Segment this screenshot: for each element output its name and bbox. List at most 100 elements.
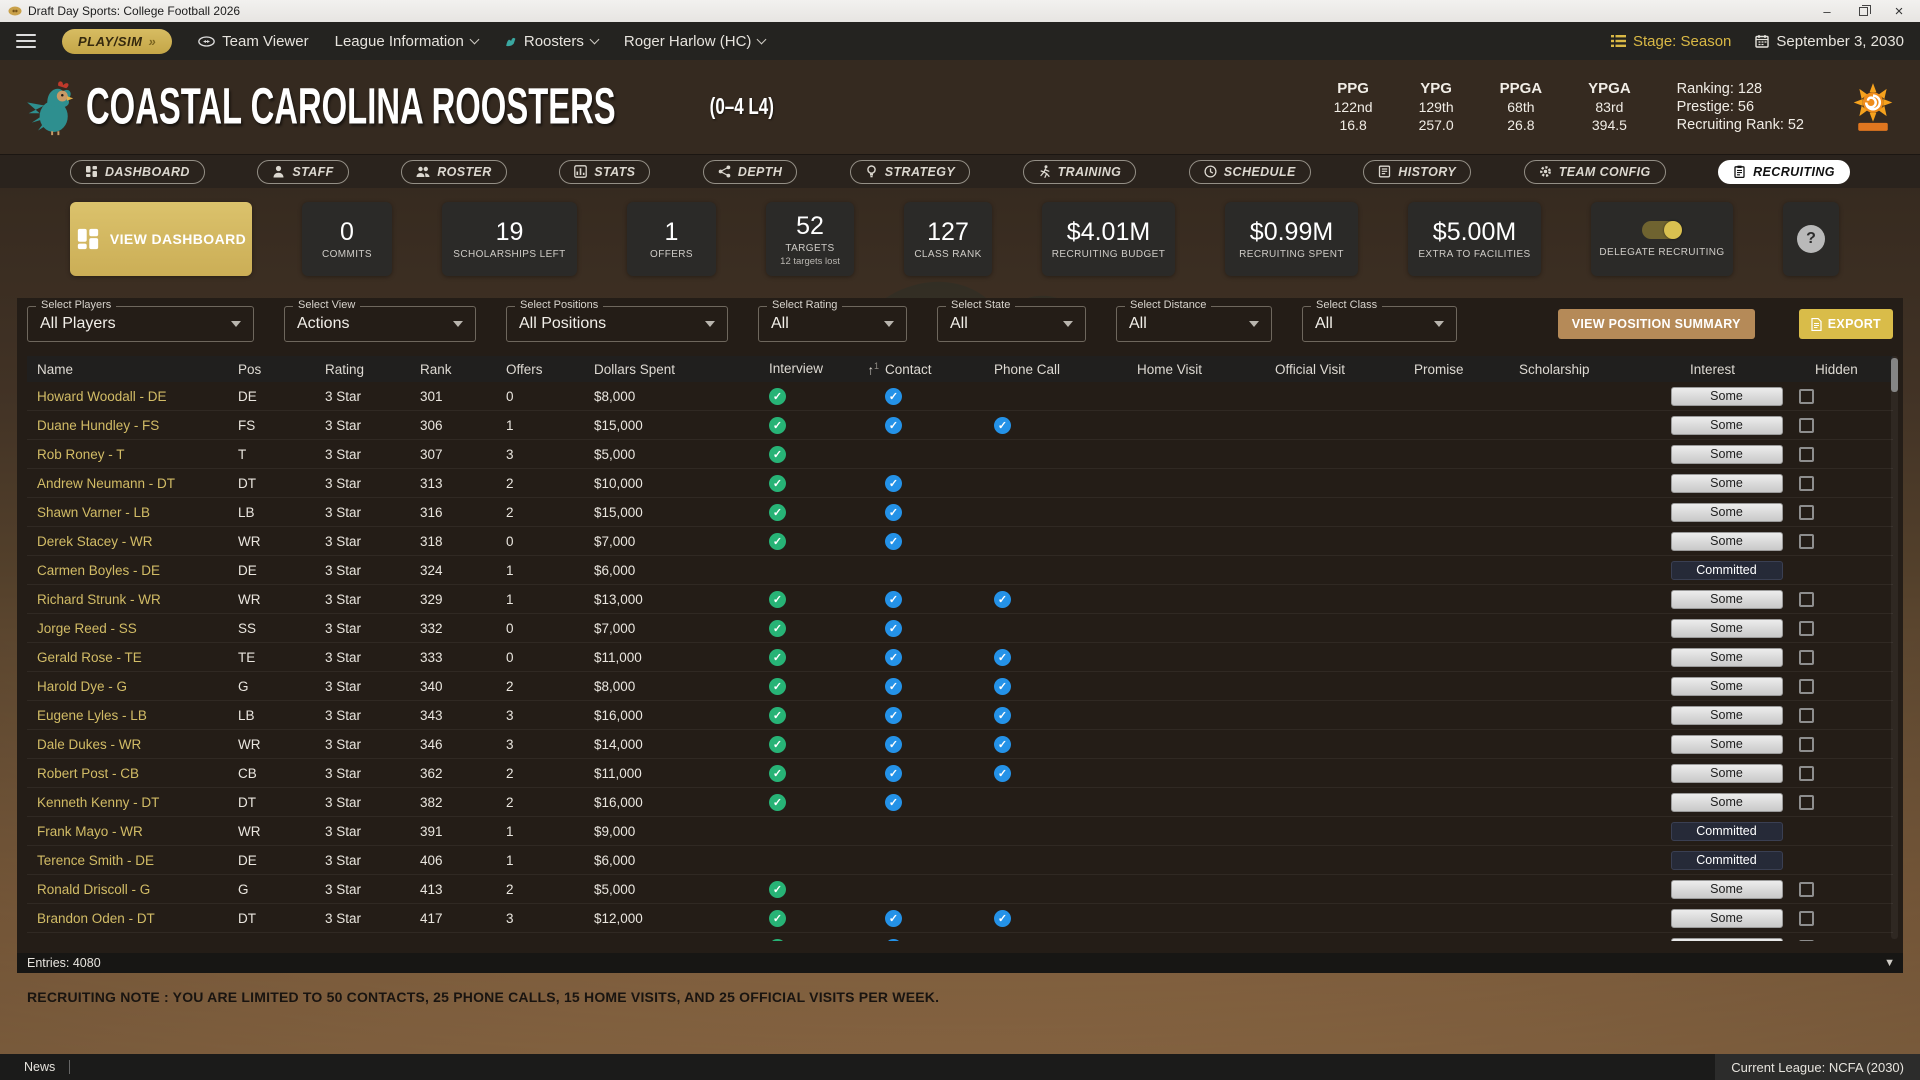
col-pos[interactable]: Pos — [238, 362, 325, 377]
table-row[interactable]: Richard Strunk - WR WR 3 Star 329 1 $13,… — [27, 585, 1893, 614]
tab-depth[interactable]: DEPTH — [703, 160, 797, 184]
interest-badge[interactable]: Some — [1671, 938, 1783, 942]
hidden-checkbox[interactable] — [1799, 679, 1814, 694]
table-row[interactable]: Harold Dye - G G 3 Star 340 2 $8,000 ✓ ✓… — [27, 672, 1893, 701]
tab-roster[interactable]: ROSTER — [401, 160, 507, 184]
recruit-name-link[interactable]: Ronald Driscoll - G — [37, 882, 238, 897]
tab-schedule[interactable]: SCHEDULE — [1189, 160, 1311, 184]
interest-badge[interactable]: Some — [1671, 387, 1783, 406]
col-rank[interactable]: Rank — [420, 362, 506, 377]
select-distance-dropdown[interactable]: Select Distance All — [1116, 306, 1272, 342]
table-row[interactable]: Andrew Neumann - DT DT 3 Star 313 2 $10,… — [27, 469, 1893, 498]
interest-badge[interactable]: Some — [1671, 416, 1783, 435]
recruit-name-link[interactable]: Harold Dye - G — [37, 679, 238, 694]
interest-badge[interactable]: Some — [1671, 503, 1783, 522]
col-hidden[interactable]: Hidden — [1789, 362, 1893, 377]
hidden-checkbox[interactable] — [1799, 505, 1814, 520]
table-row[interactable]: Howard Woodall - DE DE 3 Star 301 0 $8,0… — [27, 382, 1893, 411]
interest-badge[interactable]: Some — [1671, 793, 1783, 812]
select-class-dropdown[interactable]: Select Class All — [1302, 306, 1457, 342]
hidden-checkbox[interactable] — [1799, 418, 1814, 433]
select-view-dropdown[interactable]: Select View Actions — [284, 306, 476, 342]
recruit-name-link[interactable]: Derek Stacey - WR — [37, 534, 238, 549]
col-phone-call[interactable]: Phone Call — [994, 362, 1137, 377]
tab-team-config[interactable]: TEAM CONFIG — [1524, 160, 1666, 184]
nav-coach[interactable]: Roger Harlow (HC) — [624, 33, 766, 50]
recruit-name-link[interactable]: Richard Strunk - WR — [37, 592, 238, 607]
col-promise[interactable]: Promise — [1414, 362, 1519, 377]
menu-icon[interactable] — [16, 34, 36, 48]
col-home-visit[interactable]: Home Visit — [1137, 362, 1275, 377]
interest-badge[interactable]: Some — [1671, 474, 1783, 493]
nav-league-information[interactable]: League Information — [335, 33, 478, 50]
table-row[interactable]: Brandon Oden - DT DT 3 Star 417 3 $12,00… — [27, 904, 1893, 933]
recruit-name-link[interactable]: Kenneth Kenny - DT — [37, 795, 238, 810]
tab-staff[interactable]: STAFF — [257, 160, 348, 184]
recruit-name-link[interactable]: Frank Mayo - WR — [37, 824, 238, 839]
recruit-name-link[interactable]: Eugene Lyles - LB — [37, 708, 238, 723]
table-row[interactable]: Eugene Lyles - LB LB 3 Star 343 3 $16,00… — [27, 701, 1893, 730]
nav-team-viewer[interactable]: Team Viewer — [198, 33, 308, 50]
interest-badge[interactable]: Some — [1671, 909, 1783, 928]
interest-badge[interactable]: Some — [1671, 445, 1783, 464]
scroll-down-arrow-icon[interactable]: ▼ — [1884, 957, 1895, 969]
recruit-name-link[interactable]: Shawn Varner - LB — [37, 505, 238, 520]
col-scholarship[interactable]: Scholarship — [1519, 362, 1664, 377]
col-contact[interactable]: Contact — [885, 362, 994, 377]
interest-badge[interactable]: Some — [1671, 619, 1783, 638]
export-button[interactable]: EXPORT — [1799, 309, 1893, 339]
table-row[interactable]: Frank Mayo - WR WR 3 Star 391 1 $9,000 ✓… — [27, 817, 1893, 846]
tab-dashboard[interactable]: DASHBOARD — [70, 160, 205, 184]
scrollbar-thumb[interactable] — [1891, 358, 1898, 392]
table-row[interactable]: Rob Roney - T T 3 Star 307 3 $5,000 ✓ ✓ … — [27, 440, 1893, 469]
recruit-name-link[interactable]: Jorge Reed - SS — [37, 621, 238, 636]
hidden-checkbox[interactable] — [1799, 795, 1814, 810]
hidden-checkbox[interactable] — [1799, 476, 1814, 491]
delegate-recruiting-toggle[interactable] — [1642, 221, 1682, 239]
hidden-checkbox[interactable] — [1799, 592, 1814, 607]
restore-icon[interactable] — [1856, 4, 1870, 19]
view-dashboard-button[interactable]: VIEW DASHBOARD — [70, 202, 252, 276]
col-official-visit[interactable]: Official Visit — [1275, 362, 1414, 377]
tab-training[interactable]: TRAINING — [1023, 160, 1137, 184]
select-players-dropdown[interactable]: Select Players All Players — [27, 306, 254, 342]
hidden-checkbox[interactable] — [1799, 737, 1814, 752]
table-row[interactable]: Carmen Boyles - DE DE 3 Star 324 1 $6,00… — [27, 556, 1893, 585]
interest-badge[interactable]: Some — [1671, 677, 1783, 696]
table-row[interactable]: Dale Dukes - WR WR 3 Star 346 3 $14,000 … — [27, 730, 1893, 759]
recruit-name-link[interactable]: Gerald Rose - TE — [37, 650, 238, 665]
table-row[interactable]: Duane Hundley - FS FS 3 Star 306 1 $15,0… — [27, 411, 1893, 440]
tab-history[interactable]: HISTORY — [1363, 160, 1471, 184]
table-row[interactable]: Gerald Rose - TE TE 3 Star 333 0 $11,000… — [27, 643, 1893, 672]
hidden-checkbox[interactable] — [1799, 447, 1814, 462]
table-row[interactable]: Terence Smith - DE DE 3 Star 406 1 $6,00… — [27, 846, 1893, 875]
table-row[interactable]: Derek Stacey - WR WR 3 Star 318 0 $7,000… — [27, 527, 1893, 556]
play-sim-button[interactable]: PLAY/SIM » — [62, 29, 172, 54]
interest-badge[interactable]: Committed — [1671, 851, 1783, 870]
recruit-name-link[interactable]: Andrew Neumann - DT — [37, 476, 238, 491]
tab-recruiting[interactable]: RECRUITING — [1718, 160, 1850, 184]
col-interest[interactable]: Interest — [1664, 362, 1789, 377]
hidden-checkbox[interactable] — [1799, 389, 1814, 404]
hidden-checkbox[interactable] — [1799, 708, 1814, 723]
hidden-checkbox[interactable] — [1799, 650, 1814, 665]
interest-badge[interactable]: Some — [1671, 735, 1783, 754]
interest-badge[interactable]: Some — [1671, 880, 1783, 899]
news-ticker-label[interactable]: News — [0, 1060, 69, 1074]
table-row[interactable]: Robert Post - CB CB 3 Star 362 2 $11,000… — [27, 759, 1893, 788]
hidden-checkbox[interactable] — [1799, 911, 1814, 926]
col-interview[interactable]: Interview ↑1 — [769, 361, 885, 377]
table-row[interactable]: Ronald Driscoll - G G 3 Star 413 2 $5,00… — [27, 875, 1893, 904]
hidden-checkbox[interactable] — [1799, 882, 1814, 897]
table-row[interactable]: Albert Adams - FS FS 3 Star 423 1 $14,00… — [27, 933, 1893, 941]
col-name[interactable]: Name — [37, 362, 238, 377]
select-positions-dropdown[interactable]: Select Positions All Positions — [506, 306, 728, 342]
recruit-name-link[interactable]: Carmen Boyles - DE — [37, 563, 238, 578]
table-scrollbar[interactable] — [1891, 356, 1898, 939]
recruit-name-link[interactable]: Dale Dukes - WR — [37, 737, 238, 752]
interest-badge[interactable]: Some — [1671, 706, 1783, 725]
hidden-checkbox[interactable] — [1799, 766, 1814, 781]
nav-roosters[interactable]: Roosters — [504, 33, 598, 50]
table-row[interactable]: Shawn Varner - LB LB 3 Star 316 2 $15,00… — [27, 498, 1893, 527]
select-rating-dropdown[interactable]: Select Rating All — [758, 306, 907, 342]
